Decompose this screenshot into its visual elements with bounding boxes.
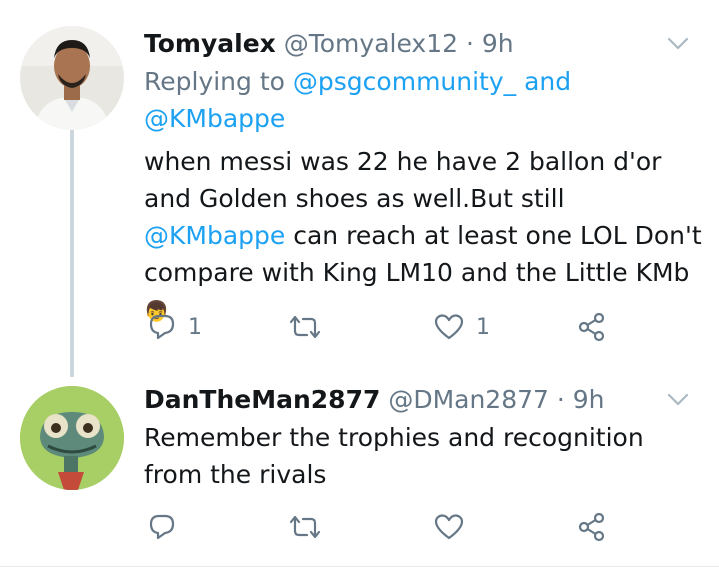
timestamp[interactable]: 9h bbox=[482, 29, 514, 58]
chevron-down-icon[interactable] bbox=[667, 37, 689, 51]
user-handle[interactable]: @Tomyalex12 bbox=[284, 29, 458, 58]
replying-conjunction[interactable]: and bbox=[524, 67, 571, 96]
tweet-text: when messi was 22 he have 2 ballon d'or … bbox=[144, 143, 704, 330]
like-button[interactable]: 1 bbox=[434, 309, 490, 345]
tweet-tomyalex[interactable]: Tomyalex @Tomyalex12 · 9h Replying to @p… bbox=[0, 0, 719, 377]
reply-icon bbox=[149, 314, 175, 340]
share-button[interactable] bbox=[577, 509, 607, 545]
avatar[interactable] bbox=[20, 386, 124, 490]
reply-button[interactable]: 1 bbox=[148, 309, 202, 345]
heart-icon bbox=[434, 314, 464, 340]
thread-line bbox=[70, 130, 74, 377]
display-name[interactable]: Tomyalex bbox=[144, 29, 276, 58]
tweet-header: Tomyalex @Tomyalex12 · 9h bbox=[144, 29, 514, 58]
display-name[interactable]: DanTheMan2877 bbox=[144, 385, 380, 414]
reply-button[interactable] bbox=[148, 509, 188, 545]
share-icon bbox=[578, 312, 605, 342]
user-handle[interactable]: @DMan2877 bbox=[388, 385, 549, 414]
mention-kmbappe[interactable]: @KMbappe bbox=[144, 104, 285, 133]
tweet-danthemann[interactable]: DanTheMan2877 @DMan2877 · 9h Remember th… bbox=[0, 370, 719, 566]
replying-prefix: Replying to bbox=[144, 67, 285, 96]
tweet-actions bbox=[144, 509, 664, 549]
like-button[interactable] bbox=[434, 509, 476, 545]
chameleon-cartoon-icon bbox=[20, 386, 124, 490]
separator-dot: · bbox=[465, 29, 474, 58]
divider bbox=[0, 566, 719, 567]
like-count: 1 bbox=[476, 314, 490, 340]
tweet-text-part1: when messi was 22 he have 2 ballon d'or … bbox=[144, 147, 662, 213]
tweet-header: DanTheMan2877 @DMan2877 · 9h bbox=[144, 385, 605, 414]
retweet-icon bbox=[289, 515, 321, 539]
share-button[interactable] bbox=[577, 309, 607, 345]
timestamp[interactable]: 9h bbox=[573, 385, 605, 414]
retweet-button[interactable] bbox=[287, 509, 335, 545]
chevron-down-icon[interactable] bbox=[667, 393, 689, 407]
mention-psgcommunity[interactable]: @psgcommunity_ bbox=[293, 67, 516, 96]
share-icon bbox=[578, 512, 605, 542]
mention-kmbappe-inline[interactable]: @KMbappe bbox=[144, 221, 285, 250]
tweet-actions: 1 1 bbox=[144, 309, 664, 349]
retweet-icon bbox=[289, 315, 321, 339]
man-portrait-icon bbox=[20, 26, 124, 130]
tweet-text: Remember the trophies and recognition fr… bbox=[144, 423, 644, 489]
replying-to: Replying to @psgcommunity_ and @KMbappe bbox=[144, 63, 684, 137]
separator-dot: · bbox=[556, 385, 565, 414]
heart-icon bbox=[434, 514, 464, 540]
avatar[interactable] bbox=[20, 26, 124, 130]
retweet-button[interactable] bbox=[287, 309, 335, 345]
reply-icon bbox=[149, 514, 175, 540]
reply-count: 1 bbox=[188, 314, 202, 340]
